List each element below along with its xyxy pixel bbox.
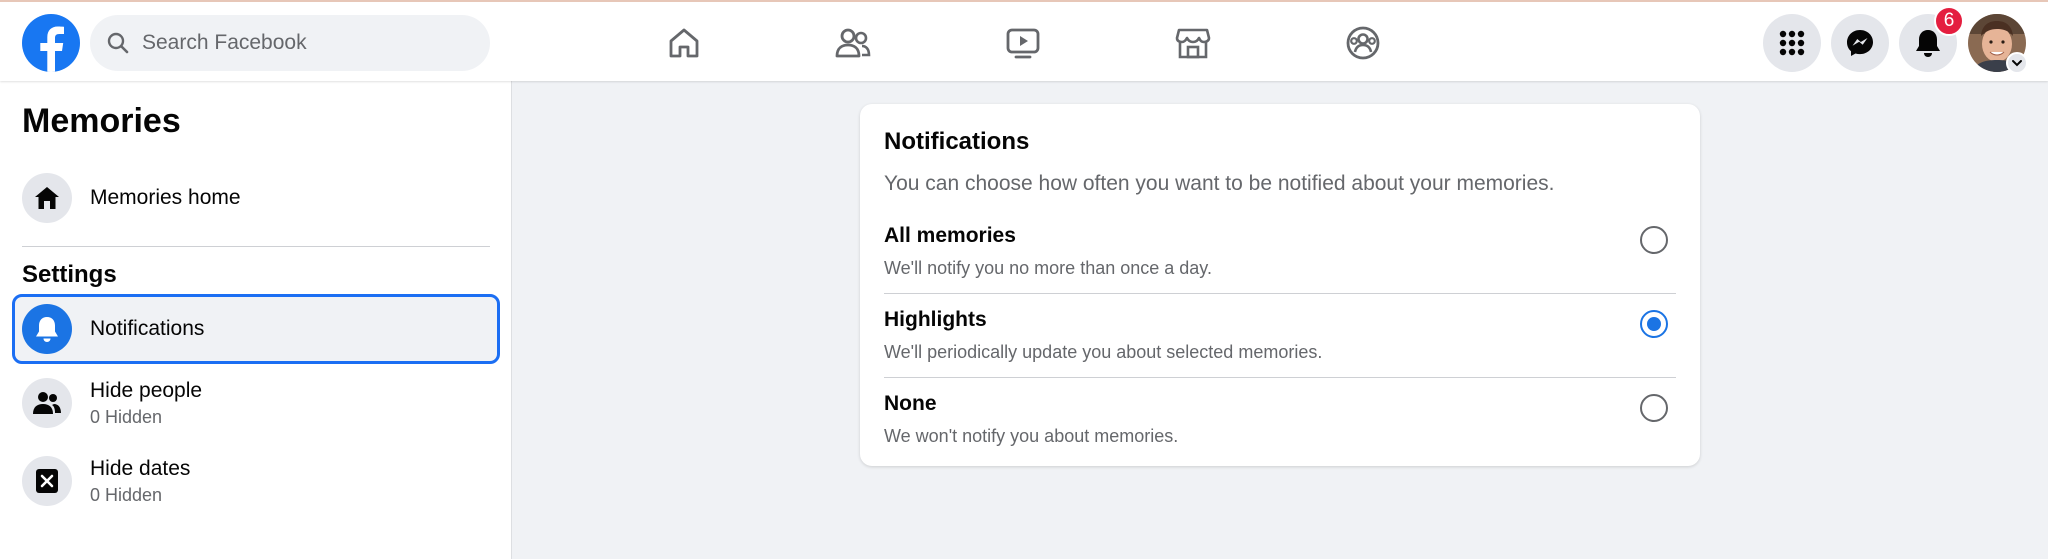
bell-icon-wrap [22,304,72,354]
friends-glyph [835,28,871,58]
chevron-down-icon [2012,60,2022,67]
option-description: We'll periodically update you about sele… [884,342,1323,362]
calendar-x-icon-wrap [22,456,72,506]
home-glyph [669,28,699,58]
home-icon[interactable] [629,16,739,70]
sidebar-item-notifications[interactable]: Notifications [12,294,500,364]
messenger-button[interactable] [1831,14,1889,72]
watch-icon[interactable] [968,16,1078,70]
messenger-icon [1847,30,1873,56]
shop-glyph [1175,28,1211,59]
option-label: Highlights [884,308,987,331]
sidebar-item-label: Hide dates [90,456,191,480]
sidebar-item-label: Hide people [90,378,203,402]
calendar-x-icon [36,469,58,493]
search-input[interactable] [142,31,462,55]
grid-menu-icon [1779,30,1805,56]
option-highlights[interactable]: Highlights We'll periodically update you… [884,294,1676,378]
facebook-f-icon [40,26,64,72]
memories-sidebar: Memories Memories home Settings Notifica… [0,81,512,559]
option-description: We won't notify you about memories. [884,426,1179,446]
option-none[interactable]: None We won't notify you about memories. [884,378,1676,462]
card-title: Notifications [884,128,1030,155]
option-label: None [884,392,937,415]
divider [22,246,490,247]
hidden-count: 0 Hidden [90,484,163,505]
house-icon [35,187,59,209]
radio-highlights[interactable] [1640,310,1668,338]
settings-heading: Settings [22,261,117,288]
marketplace-icon[interactable] [1138,16,1248,70]
groups-icon[interactable] [1308,16,1418,70]
option-label: All memories [884,224,1016,247]
notification-count-badge: 6 [1934,6,1964,36]
hidden-count: 0 Hidden [90,406,163,427]
facebook-logo[interactable] [22,14,80,72]
sidebar-item-label: Notifications [90,317,205,340]
friends-icon[interactable] [798,16,908,70]
radio-all-memories[interactable] [1640,226,1668,254]
video-glyph [1006,28,1040,59]
top-navigation-bar: 6 [0,0,2048,81]
menu-button[interactable] [1763,14,1821,72]
bell-icon [1916,30,1940,57]
option-all-memories[interactable]: All memories We'll notify you no more th… [884,210,1676,294]
sidebar-item-label: Memories home [90,186,241,209]
page-title: Memories [22,102,181,140]
sidebar-item-hide-people[interactable]: Hide people 0 Hidden [12,368,500,438]
radio-none[interactable] [1640,394,1668,422]
people-icon [33,392,61,414]
search-icon [107,32,129,54]
card-description: You can choose how often you want to be … [884,172,1555,195]
sidebar-item-hide-dates[interactable]: Hide dates 0 Hidden [12,446,500,516]
account-menu-toggle[interactable] [2006,52,2028,74]
house-icon-wrap [22,173,72,223]
people-icon-wrap [22,378,72,428]
bell-icon [36,317,58,342]
notifications-settings-card: Notifications You can choose how often y… [860,104,1700,466]
sidebar-item-memories-home[interactable]: Memories home [12,163,500,233]
search-bar[interactable] [90,15,490,71]
groups-glyph [1346,26,1380,60]
option-description: We'll notify you no more than once a day… [884,258,1212,278]
